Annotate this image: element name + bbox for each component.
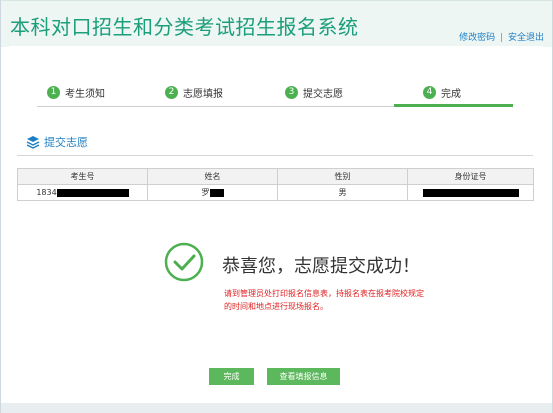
view-info-button[interactable]: 查看填报信息 [267, 368, 340, 385]
step-2: 2 志愿填报 [165, 80, 223, 104]
redaction-bar [209, 188, 224, 197]
table-header-row: 考生号 姓名 性别 身份证号 [17, 168, 534, 185]
step-number: 3 [285, 85, 298, 99]
name-value: 罗 [201, 188, 210, 197]
cell-name: 罗 [147, 184, 278, 201]
step-1: 1 考生须知 [47, 80, 105, 104]
layers-icon [26, 136, 40, 149]
step-number: 1 [47, 85, 60, 99]
column-header-id-no: 身份证号 [407, 168, 534, 185]
column-header-exam-no: 考生号 [17, 168, 148, 185]
cell-exam-no: 1834 [17, 184, 148, 201]
cell-id-no [407, 184, 534, 201]
app-title: 本科对口招生和分类考试招生报名系统 [10, 15, 359, 39]
check-circle-icon [164, 242, 204, 282]
step-number: 4 [423, 85, 436, 99]
page: 本科对口招生和分类考试招生报名系统 修改密码 | 安全退出 1 考生须知 2 志… [0, 0, 553, 413]
applicant-table: 考生号 姓名 性别 身份证号 1834 罗 男 [17, 168, 534, 201]
step-4: 4 完成 [423, 80, 461, 104]
section-title: 提交志愿 [26, 134, 88, 150]
section-divider [17, 155, 533, 156]
step-label: 完成 [441, 88, 461, 100]
success-message: 恭喜您，志愿提交成功！ [222, 256, 420, 277]
redaction-bar [56, 188, 129, 197]
step-number: 2 [165, 85, 178, 99]
step-3: 3 提交志愿 [285, 80, 343, 104]
step-progress: 1 考生须知 2 志愿填报 3 提交志愿 4 完成 [37, 80, 513, 107]
column-header-name: 姓名 [147, 168, 278, 185]
link-separator: | [500, 33, 504, 43]
main-content: 1 考生须知 2 志愿填报 3 提交志愿 4 完成 提交志愿 考生号 姓名 性别… [9, 46, 543, 413]
change-password-link[interactable]: 修改密码 [459, 33, 495, 43]
table-row: 1834 罗 男 [17, 184, 534, 201]
section-title-text: 提交志愿 [44, 136, 88, 149]
header: 本科对口招生和分类考试招生报名系统 修改密码 | 安全退出 [1, 0, 552, 47]
step-label: 考生须知 [65, 88, 105, 100]
logout-link[interactable]: 安全退出 [508, 33, 544, 43]
success-note: 请到管理员处打印报名信息表，持报名表在报考院校规定的时间和地点进行现场报名。 [224, 289, 424, 311]
finish-button[interactable]: 完成 [209, 368, 254, 385]
step-label: 志愿填报 [183, 88, 223, 100]
redaction-bar [422, 188, 519, 197]
exam-no-value: 1834 [36, 188, 57, 197]
column-header-gender: 性别 [277, 168, 408, 185]
top-links: 修改密码 | 安全退出 [459, 30, 544, 43]
cell-gender: 男 [277, 184, 408, 201]
footer-bar [1, 403, 552, 413]
step-label: 提交志愿 [303, 88, 343, 100]
active-step-indicator [394, 104, 513, 107]
